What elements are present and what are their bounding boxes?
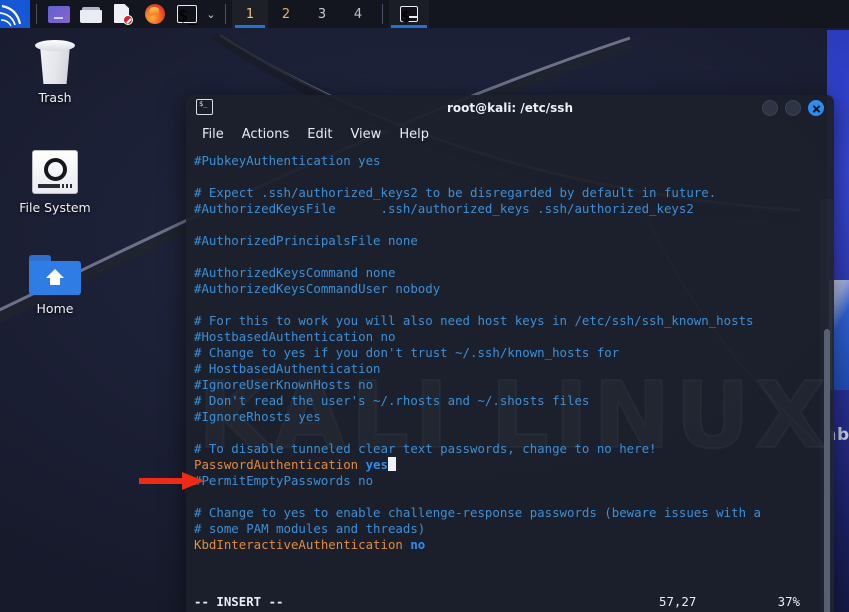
app-menu-icon[interactable] (46, 4, 72, 24)
desktop-icon-home[interactable]: Home (0, 255, 110, 316)
trash-icon (32, 40, 78, 84)
terminal-line: PasswordAuthentication yes (194, 457, 834, 473)
terminal-text: yes (366, 457, 388, 472)
terminal-line: # Don't read the user's ~/.rhosts and ~/… (194, 393, 834, 409)
terminal-line: #PermitEmptyPasswords no (194, 473, 834, 489)
red-arrow-annotation (138, 470, 204, 492)
menu-item-view[interactable]: View (350, 127, 381, 142)
terminal-line (194, 217, 834, 233)
terminal-line: #HostbasedAuthentication no (194, 329, 834, 345)
kali-dragon-logo-icon[interactable] (0, 0, 30, 28)
terminal-line: #AuthorizedPrincipalsFile none (194, 233, 834, 249)
terminal-text: #IgnoreUserKnownHosts no (194, 377, 373, 392)
maximize-button[interactable] (785, 100, 801, 116)
desktop-icon-trash[interactable]: Trash (0, 40, 110, 105)
menu-bar: File Actions Edit View Help (186, 121, 834, 147)
window-titlebar[interactable]: $_ root@kali: /etc/ssh (186, 95, 834, 121)
terminal-text: # Don't read the user's ~/.rhosts and ~/… (194, 393, 589, 408)
terminal-text: # HostbasedAuthentication (194, 361, 381, 376)
desktop-icon-file-system[interactable]: File System (0, 150, 110, 215)
terminal-text: #PermitEmptyPasswords no (194, 473, 373, 488)
vim-mode-indicator: -- INSERT -- (194, 594, 284, 609)
terminal-text: #AuthorizedPrincipalsFile none (194, 233, 418, 248)
file-manager-icon[interactable] (78, 4, 104, 24)
terminal-line: #AuthorizedKeysCommandUser nobody (194, 281, 834, 297)
panel-divider (382, 4, 383, 24)
terminal-text: # some PAM modules and threads) (194, 521, 425, 536)
terminal-line: # To disable tunneled clear text passwor… (194, 441, 834, 457)
taskbar-item-terminal[interactable]: $_ (389, 0, 429, 28)
terminal-text: # To disable tunneled clear text passwor… (194, 441, 657, 456)
terminal-line: # For this to work you will also need ho… (194, 313, 834, 329)
terminal-body[interactable]: KALI LINUX #PubkeyAuthentication yes # E… (186, 147, 834, 612)
terminal-text: PasswordAuthentication (194, 457, 366, 472)
terminal-text: #AuthorizedKeysFile .ssh/authorized_keys… (194, 201, 694, 216)
firefox-icon[interactable] (142, 4, 168, 24)
window-terminal-icon: $_ (196, 99, 213, 115)
terminal-icon[interactable]: $_ (174, 4, 200, 24)
desktop-icon-label: Trash (0, 90, 110, 105)
desktop-icon-label: Home (0, 301, 110, 316)
terminal-line: #PubkeyAuthentication yes (194, 153, 834, 169)
terminal-line: #IgnoreUserKnownHosts no (194, 377, 834, 393)
terminal-line: # HostbasedAuthentication (194, 361, 834, 377)
terminal-line (194, 169, 834, 185)
close-button[interactable] (808, 100, 824, 116)
terminal-line: KbdInteractiveAuthentication no (194, 537, 834, 553)
top-panel: $_ ⌄ 1 2 3 4 $_ (0, 0, 849, 28)
menu-item-actions[interactable]: Actions (242, 127, 290, 142)
editor-text-area[interactable]: #PubkeyAuthentication yes # Expect .ssh/… (186, 153, 834, 553)
scrollbar-thumb[interactable] (824, 329, 830, 612)
terminal-text: # Change to yes if you don't trust ~/.ss… (194, 345, 619, 360)
terminal-line (194, 425, 834, 441)
terminal-line: # Expect .ssh/authorized_keys2 to be dis… (194, 185, 834, 201)
vim-status-line: -- INSERT -- 57,27 37% (186, 590, 834, 612)
workspace-button-2[interactable]: 2 (268, 0, 304, 28)
terminal-line (194, 249, 834, 265)
menu-item-file[interactable]: File (202, 127, 224, 142)
minimize-button[interactable] (762, 100, 778, 116)
terminal-text: #HostbasedAuthentication no (194, 329, 395, 344)
terminal-text: # Expect .ssh/authorized_keys2 to be dis… (194, 185, 716, 200)
menu-item-edit[interactable]: Edit (307, 127, 332, 142)
terminal-text: #PubkeyAuthentication yes (194, 153, 381, 168)
terminal-text: KbdInteractiveAuthentication (194, 537, 410, 552)
terminal-text: # Change to yes to enable challenge-resp… (194, 505, 761, 520)
terminal-text: no (410, 537, 425, 552)
window-controls (762, 100, 824, 116)
chevron-down-icon[interactable]: ⌄ (203, 0, 219, 28)
menu-item-help[interactable]: Help (399, 127, 429, 142)
text-cursor (388, 457, 396, 471)
terminal-window[interactable]: $_ root@kali: /etc/ssh File Actions Edit… (186, 95, 834, 612)
terminal-line: #AuthorizedKeysFile .ssh/authorized_keys… (194, 201, 834, 217)
scroll-percent: 37% (778, 594, 800, 609)
cursor-position: 57,27 (659, 594, 696, 609)
window-title: root@kali: /etc/ssh (186, 101, 834, 115)
terminal-text: #IgnoreRhosts yes (194, 409, 321, 424)
text-editor-icon[interactable] (110, 4, 136, 24)
terminal-line: # some PAM modules and threads) (194, 521, 834, 537)
terminal-line: # Change to yes to enable challenge-resp… (194, 505, 834, 521)
terminal-text: #AuthorizedKeysCommand none (194, 265, 395, 280)
drive-icon (32, 150, 78, 194)
workspace-button-3[interactable]: 3 (304, 0, 340, 28)
terminal-line: #AuthorizedKeysCommand none (194, 265, 834, 281)
terminal-line: #IgnoreRhosts yes (194, 409, 834, 425)
terminal-line (194, 489, 834, 505)
terminal-line (194, 297, 834, 313)
terminal-text: #AuthorizedKeysCommandUser nobody (194, 281, 440, 296)
panel-divider (225, 4, 226, 24)
workspace-button-1[interactable]: 1 (232, 0, 268, 28)
panel-divider (36, 4, 37, 24)
desktop-icon-label: File System (0, 200, 110, 215)
terminal-text: # For this to work you will also need ho… (194, 313, 754, 328)
terminal-line: # Change to yes if you don't trust ~/.ss… (194, 345, 834, 361)
workspace-button-4[interactable]: 4 (340, 0, 376, 28)
terminal-scrollbar[interactable] (820, 199, 834, 612)
home-folder-icon (29, 255, 81, 295)
